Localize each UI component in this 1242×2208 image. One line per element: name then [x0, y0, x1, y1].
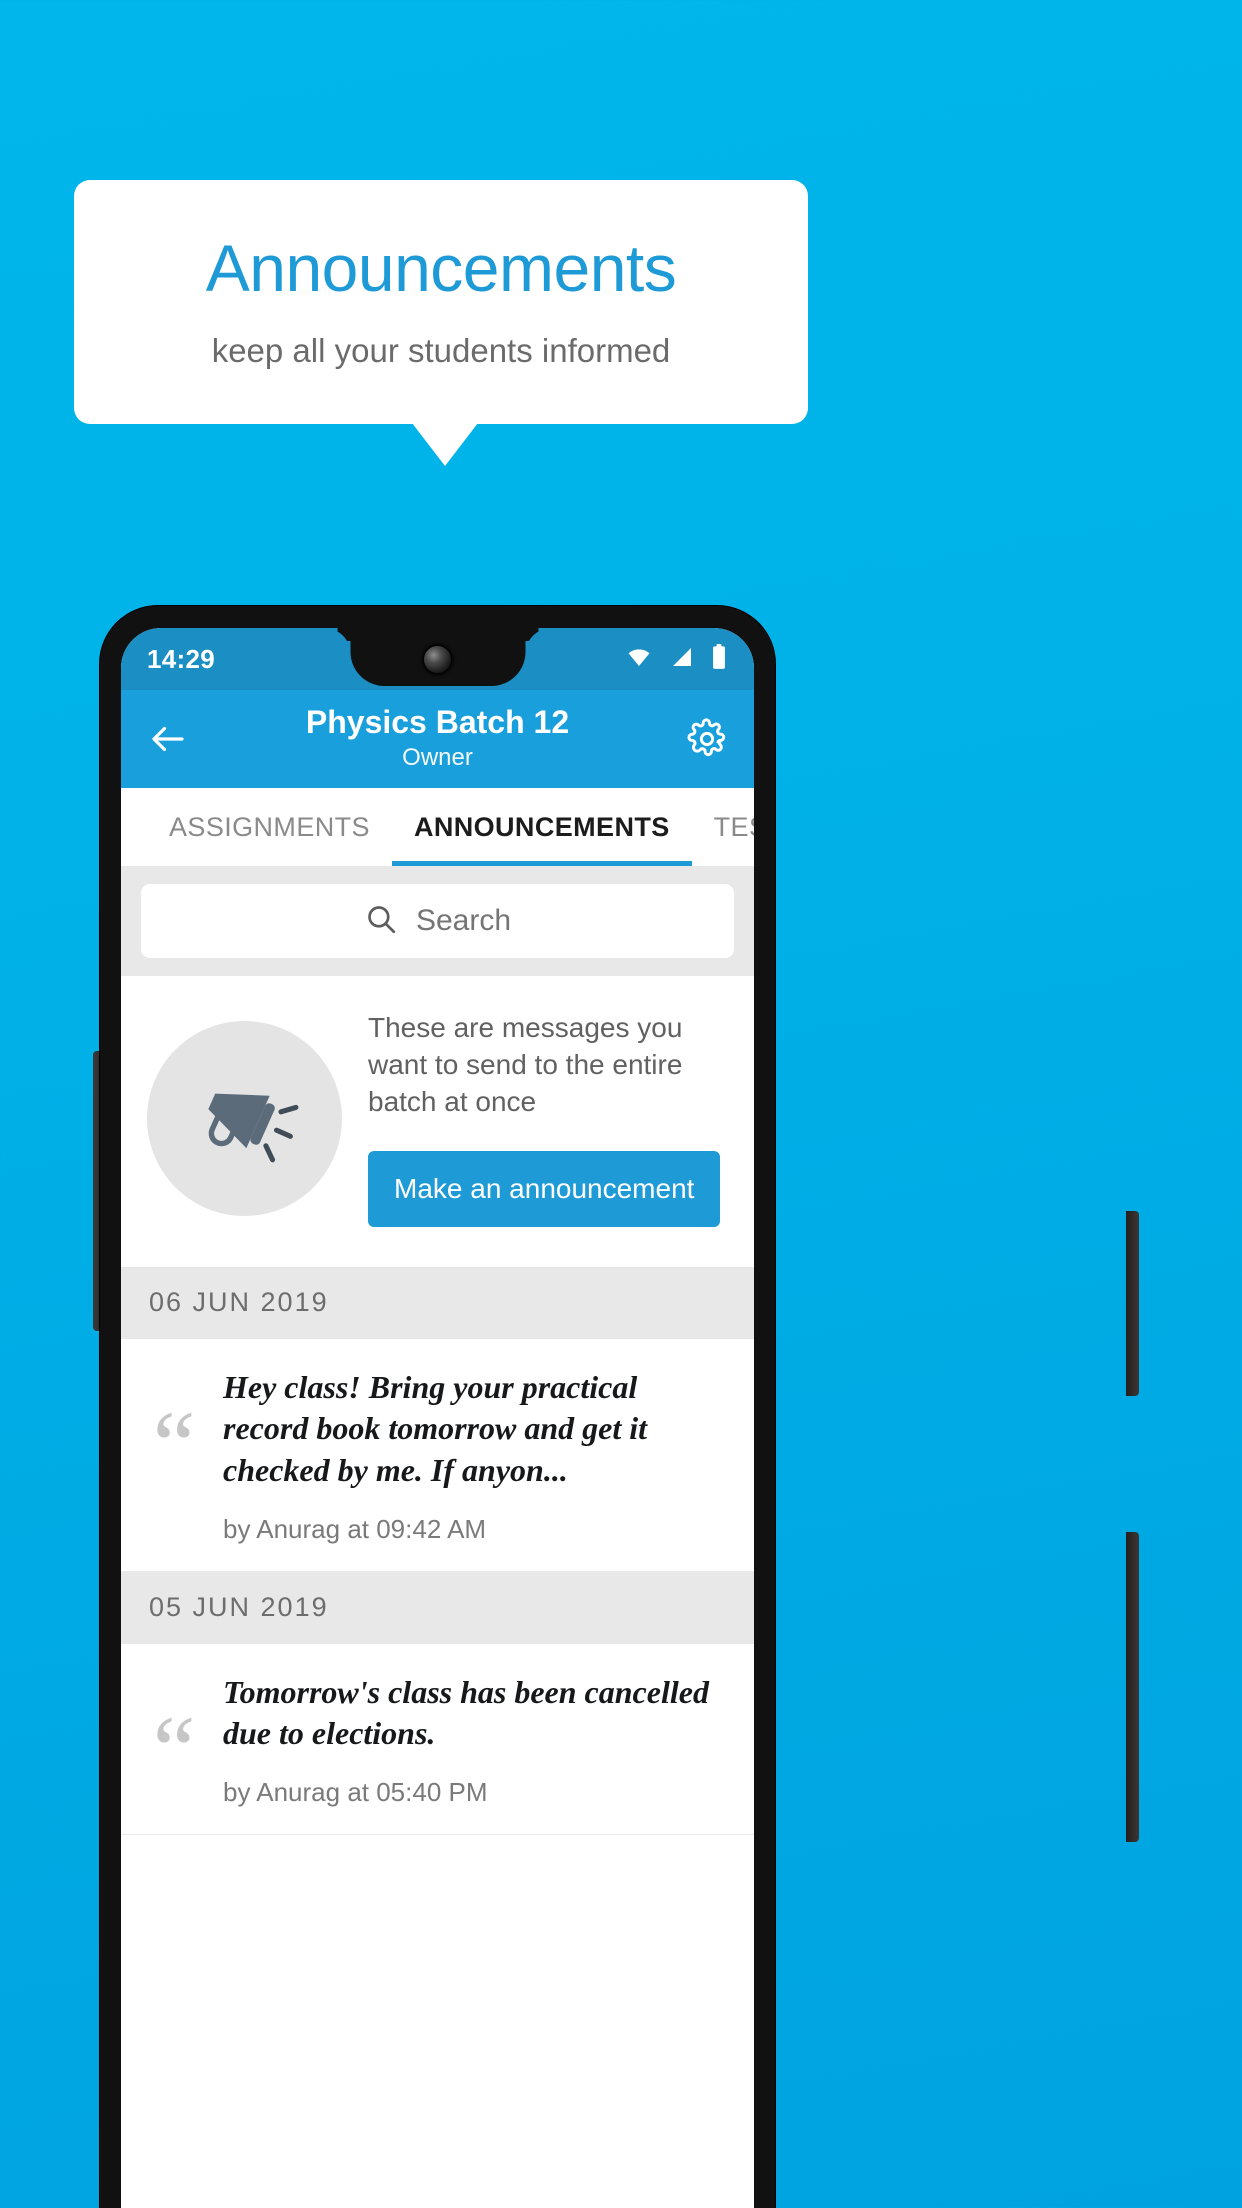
make-announcement-button[interactable]: Make an announcement — [368, 1150, 721, 1227]
tab-announcements[interactable]: ANNOUNCEMENTS — [391, 788, 692, 866]
empty-state-panel: These are messages you want to send to t… — [121, 976, 754, 1267]
announcement-list-item[interactable]: “ Hey class! Bring your practical record… — [121, 1338, 754, 1572]
empty-state-text: These are messages you want to send to t… — [368, 1012, 683, 1117]
date-header: 06 JUN 2019 — [121, 1266, 754, 1339]
phone-device-frame: 14:29 Physics Batch 12 Owner ASSIGNMENTS… — [100, 606, 775, 2208]
megaphone-icon — [147, 1020, 342, 1216]
search-input[interactable]: Search — [141, 884, 734, 958]
announcement-body: Hey class! Bring your practical record b… — [223, 1367, 728, 1545]
page-title: Physics Batch 12 — [305, 703, 570, 740]
wifi-icon — [624, 645, 654, 674]
tab-assignments[interactable]: ASSIGNMENTS — [147, 788, 392, 866]
promo-subtitle: keep all your students informed — [211, 331, 671, 369]
phone-volume-button-right — [1126, 1532, 1139, 1842]
front-camera-icon — [424, 646, 451, 673]
page-subtitle: Owner — [402, 743, 473, 771]
app-bar-titles: Physics Batch 12 Owner — [121, 704, 754, 774]
tab-tests[interactable]: TESTS — [692, 788, 754, 866]
gear-icon[interactable] — [686, 718, 728, 760]
app-bar: Physics Batch 12 Owner — [121, 690, 754, 788]
battery-icon — [710, 643, 728, 675]
quote-mark-icon: “ — [152, 1390, 196, 1498]
status-bar-time: 14:29 — [147, 643, 215, 674]
announcement-meta: by Anurag at 05:40 PM — [223, 1776, 488, 1807]
status-bar: 14:29 — [121, 628, 754, 690]
announcement-meta: by Anurag at 09:42 AM — [223, 1513, 487, 1544]
phone-notch — [350, 628, 525, 686]
announcement-body: Tomorrow's class has been cancelled due … — [223, 1672, 728, 1808]
tab-bar[interactable]: ASSIGNMENTS ANNOUNCEMENTS TESTS Y — [121, 788, 754, 866]
date-header: 05 JUN 2019 — [121, 1571, 754, 1644]
phone-screen: 14:29 Physics Batch 12 Owner ASSIGNMENTS… — [121, 628, 754, 2208]
status-bar-icons — [624, 643, 728, 675]
phone-power-button — [1126, 1211, 1139, 1396]
search-placeholder-text: Search — [415, 904, 512, 937]
announcement-text: Tomorrow's class has been cancelled due … — [223, 1673, 717, 1752]
signal-icon — [669, 645, 695, 674]
promo-bubble-tail — [412, 423, 478, 466]
back-arrow-icon[interactable] — [147, 718, 189, 760]
search-icon — [364, 902, 398, 941]
search-bar-container: Search — [121, 866, 754, 976]
empty-state-content: These are messages you want to send to t… — [368, 1010, 728, 1227]
announcement-text: Hey class! Bring your practical record b… — [223, 1368, 656, 1489]
promo-card: Announcements keep all your students inf… — [74, 180, 808, 424]
quote-mark-icon: “ — [152, 1695, 196, 1803]
promo-title: Announcements — [205, 231, 677, 306]
announcement-list-item[interactable]: “ Tomorrow's class has been cancelled du… — [121, 1643, 754, 1835]
